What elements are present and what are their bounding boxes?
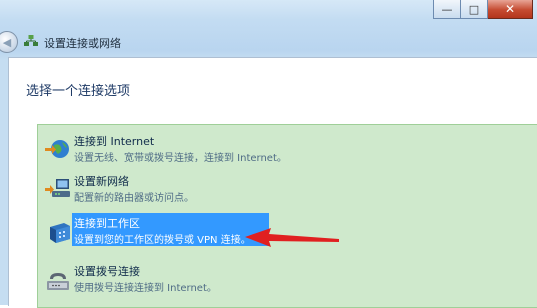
option-title: 设置新网络: [74, 175, 129, 188]
router-icon: [45, 179, 70, 197]
option-description: 配置新的路由器或访问点。: [74, 193, 194, 204]
option-title: 设置拨号连接: [74, 265, 140, 278]
annotation-arrow-shape: [245, 228, 339, 247]
option-description: 设置到您的工作区的拨号或 VPN 连接。: [74, 235, 251, 246]
globe-icon: [45, 140, 69, 158]
minimize-button[interactable]: —: [433, 0, 461, 19]
window-controls: — □ ✕: [433, 0, 533, 20]
option-title: 连接到工作区: [74, 217, 140, 230]
maximize-button[interactable]: □: [461, 0, 488, 19]
wizard-title: 设置连接或网络: [44, 37, 121, 50]
connection-options-list: 连接到 Internet 设置无线、宽带或拨号连接，连接到 Internet。 …: [37, 124, 537, 308]
option-new-network[interactable]: 设置新网络 配置新的路由器或访问点。: [38, 169, 537, 209]
phone-modem-icon: [47, 273, 69, 290]
workplace-icon: [50, 223, 70, 243]
page-heading: 选择一个连接选项: [26, 84, 131, 99]
title-bar[interactable]: — □ ✕: [0, 0, 537, 28]
option-connect-internet[interactable]: 连接到 Internet 设置无线、宽带或拨号连接，连接到 Internet。: [38, 129, 537, 169]
network-wizard-icon: [24, 35, 38, 46]
close-button[interactable]: ✕: [488, 0, 533, 19]
wizard-nav-bar: ◀ 设置连接或网络: [0, 28, 537, 54]
back-button[interactable]: ◀: [0, 31, 18, 53]
wizard-content: 选择一个连接选项 连接到 Internet 设置无线、宽带或拨号连接，连接到 I…: [8, 57, 537, 308]
annotation-arrow: [245, 228, 339, 247]
option-title: 连接到 Internet: [74, 135, 155, 148]
option-description: 设置无线、宽带或拨号连接，连接到 Internet。: [74, 153, 287, 164]
option-dialup[interactable]: 设置拨号连接 使用拨号连接连接到 Internet。: [38, 259, 537, 299]
option-description: 使用拨号连接连接到 Internet。: [74, 283, 217, 294]
window-frame: — □ ✕ ◀ 设置连接或网络 选择一个连接选项 连接到 Internet 设置…: [0, 0, 537, 308]
